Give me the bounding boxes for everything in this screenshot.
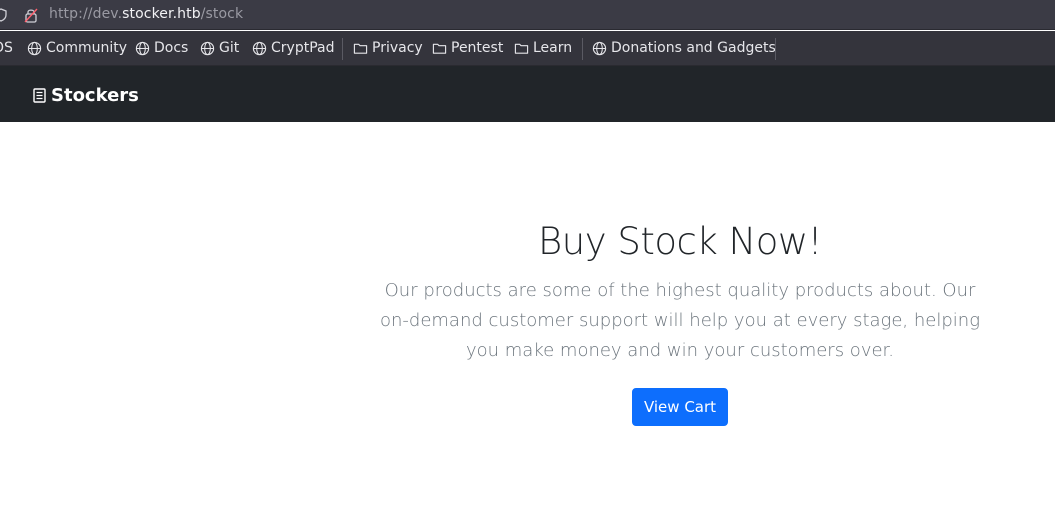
url-prefix: http://dev.: [49, 6, 123, 22]
shield-icon[interactable]: [0, 8, 7, 22]
bookmark-label: Docs: [154, 40, 189, 56]
insecure-lock-icon[interactable]: [24, 7, 38, 23]
bookmark-label: Community: [46, 40, 128, 56]
bookmark-cryptpad[interactable]: CryptPad: [252, 40, 334, 56]
url-host: stocker.htb: [122, 6, 201, 22]
folder-icon: [514, 43, 529, 54]
bookmarks-toolbar: OS Community Docs Git CryptPad Privacy P…: [0, 31, 1055, 66]
browser-url-bar[interactable]: http://dev.stocker.htb/stock: [0, 0, 1055, 30]
bookmark-folder-learn[interactable]: Learn: [514, 40, 572, 56]
bookmark-label: OS: [0, 40, 13, 56]
globe-icon: [252, 41, 267, 55]
bookmark-folder-pentest[interactable]: Pentest: [432, 40, 503, 56]
globe-icon: [135, 41, 150, 55]
bookmark-community[interactable]: Community: [27, 40, 127, 56]
bookmark-separator: [342, 38, 343, 60]
view-cart-button[interactable]: View Cart: [632, 388, 728, 426]
bookmark-os[interactable]: OS: [0, 40, 13, 56]
address-field[interactable]: http://dev.stocker.htb/stock: [49, 6, 243, 22]
brand-link[interactable]: Stockers: [33, 85, 139, 106]
url-path: /stock: [200, 6, 244, 22]
folder-icon: [353, 43, 368, 54]
hero-title: Buy Stock Now!: [538, 220, 822, 263]
bookmark-label: Donations and Gadgets: [611, 40, 776, 56]
folder-icon: [432, 43, 447, 54]
bookmark-label: Pentest: [451, 40, 504, 56]
brand-name: Stockers: [51, 85, 139, 106]
site-navbar: Stockers: [0, 66, 1055, 122]
bookmark-donations-and-gadgets[interactable]: Donations and Gadgets: [592, 40, 776, 56]
bookmark-label: Git: [219, 40, 240, 56]
bookmark-separator: [582, 38, 583, 60]
document-icon: [33, 88, 46, 103]
bookmark-separator: [775, 38, 776, 60]
globe-icon: [27, 41, 42, 55]
bookmark-label: CryptPad: [271, 40, 335, 56]
bookmark-docs[interactable]: Docs: [135, 40, 188, 56]
hero-lead-text: Our products are some of the highest qua…: [379, 280, 980, 361]
bookmark-label: Privacy: [372, 40, 423, 56]
bookmark-label: Learn: [533, 40, 573, 56]
globe-icon: [200, 41, 215, 55]
bookmark-git[interactable]: Git: [200, 40, 239, 56]
globe-icon: [592, 41, 607, 55]
bookmark-folder-privacy[interactable]: Privacy: [353, 40, 423, 56]
